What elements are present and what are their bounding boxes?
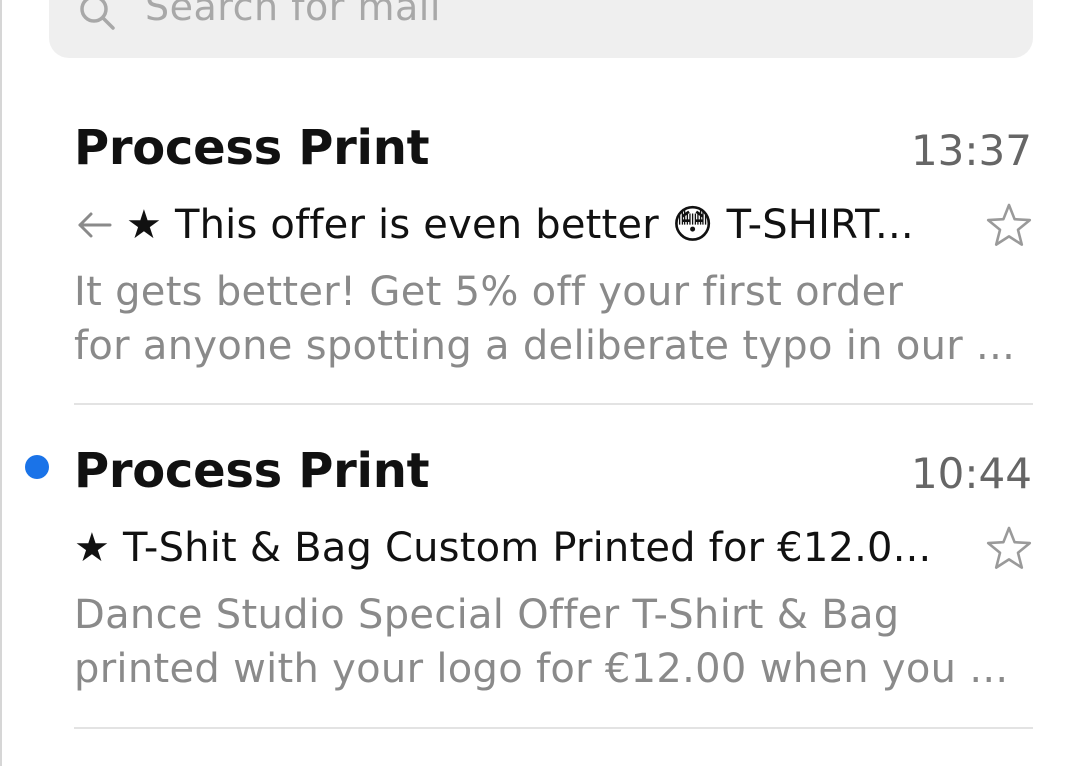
reply-arrow-icon	[78, 212, 112, 238]
mail-subject-row: ★ T-Shit & Bag Custom Printed for €12.0.…	[74, 518, 964, 578]
search-icon	[80, 0, 115, 30]
mail-preview-line: Dance Studio Special Offer T-Shirt & Bag	[74, 592, 900, 638]
list-divider	[74, 727, 1033, 729]
mail-preview-line: It gets better! Get 5% off your first or…	[74, 269, 904, 315]
mail-subject: ★ T-Shit & Bag Custom Printed for €12.0.…	[74, 525, 932, 571]
unread-indicator-dot	[25, 455, 49, 479]
mail-preview: Dance Studio Special Offer T-Shirt & Bag…	[74, 588, 1024, 696]
mail-time: 13:37	[910, 126, 1032, 175]
star-outline-icon[interactable]	[986, 525, 1032, 571]
mail-subject: ★ This offer is even better 😳 T-SHIRT...	[126, 202, 914, 248]
mail-subject-row: ★ This offer is even better 😳 T-SHIRT...	[74, 195, 964, 255]
mail-sender: Process Print	[74, 120, 430, 176]
mail-preview: It gets better! Get 5% off your first or…	[74, 265, 1024, 373]
mail-time: 10:44	[910, 449, 1032, 498]
star-outline-icon[interactable]	[986, 202, 1032, 248]
mail-sender: Process Print	[74, 443, 430, 499]
search-input[interactable]: Search for mail	[145, 0, 441, 29]
mail-list-item[interactable]: Process Print 13:37 ★ This offer is even…	[0, 82, 1080, 404]
mail-list-item[interactable]: Process Print 10:44 ★ T-Shit & Bag Custo…	[0, 405, 1080, 727]
mail-preview-line: printed with your logo for €12.00 when y…	[74, 646, 1009, 692]
mail-preview-line: for anyone spotting a deliberate typo in…	[74, 323, 1016, 369]
search-bar[interactable]: Search for mail	[49, 0, 1033, 58]
